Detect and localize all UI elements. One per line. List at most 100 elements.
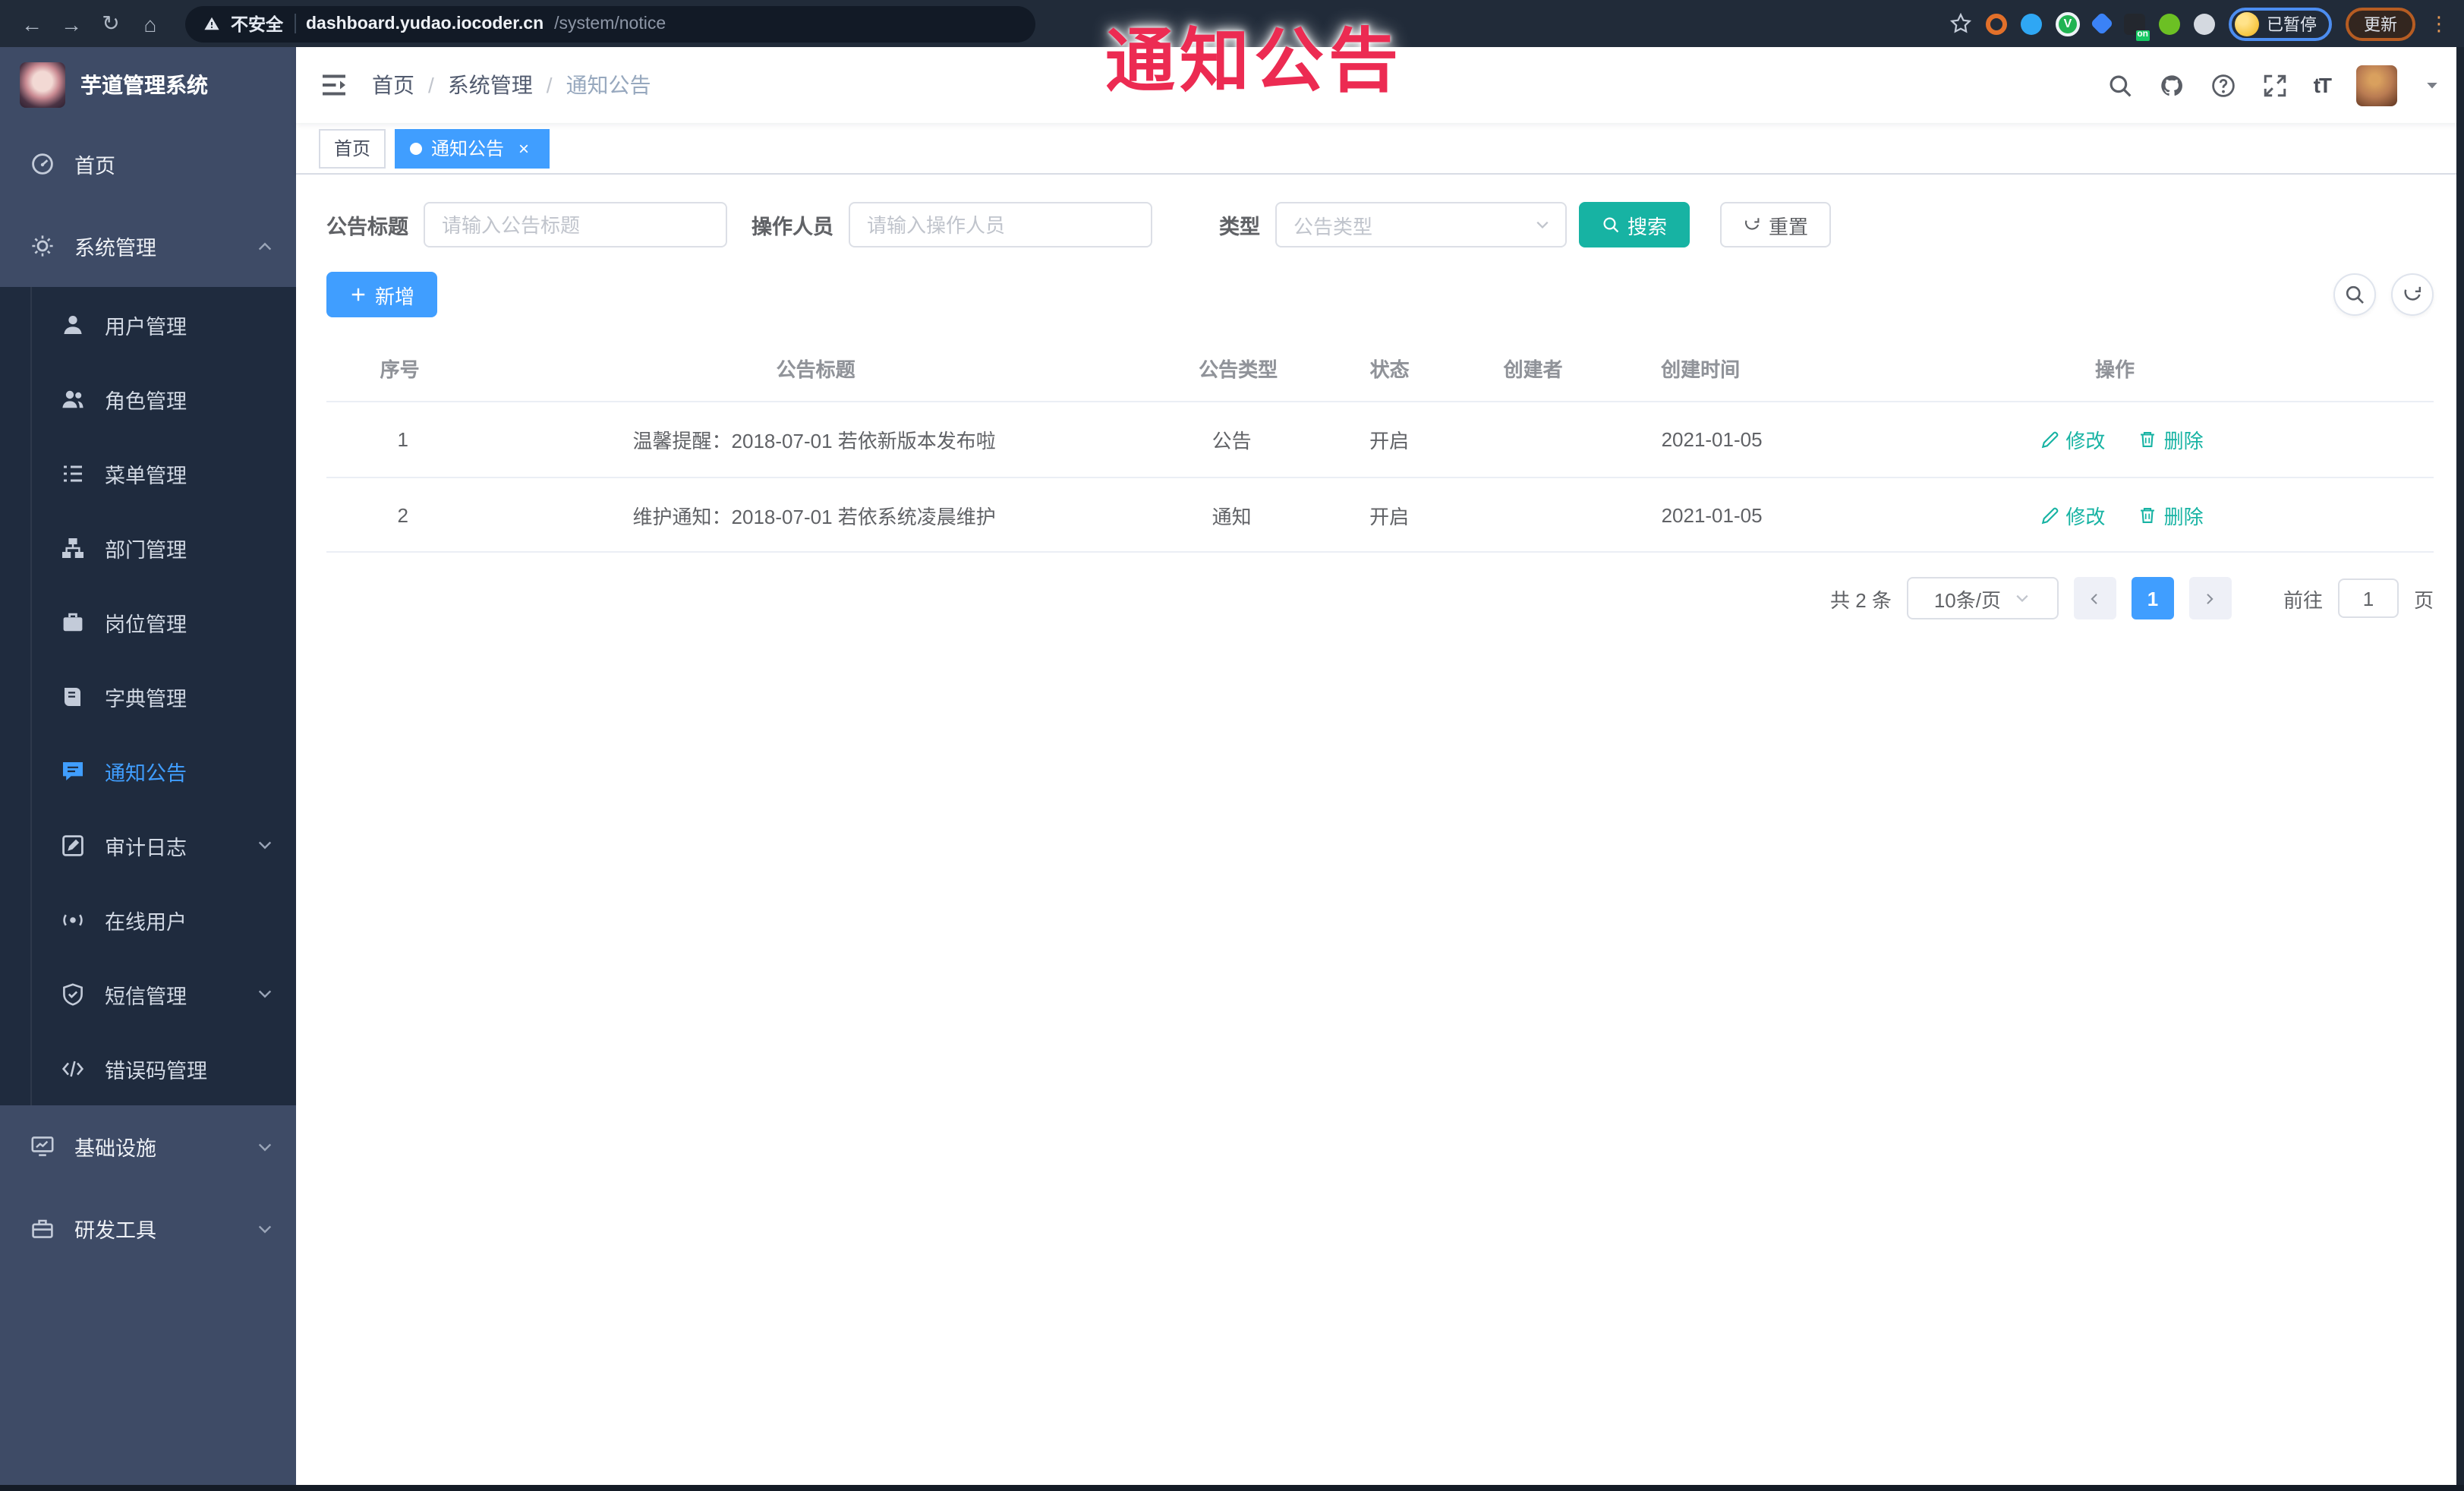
title-filter-input[interactable] [424, 202, 727, 247]
delete-link[interactable]: 删除 [2138, 425, 2204, 454]
search-icon[interactable] [2107, 72, 2133, 98]
sidebar-item-label: 系统管理 [74, 237, 156, 260]
sidebar-item-label: 字典管理 [105, 687, 187, 710]
prev-page-button[interactable] [2073, 577, 2116, 619]
list-icon [61, 461, 85, 485]
modify-link[interactable]: 修改 [2040, 425, 2105, 454]
refresh-table-button[interactable] [2391, 273, 2434, 316]
sidebar-item-dev-tools[interactable]: 研发工具 [0, 1187, 296, 1269]
caret-down-icon[interactable] [2423, 76, 2441, 94]
add-button[interactable]: 新增 [326, 272, 438, 317]
extension-icon-bulb[interactable] [2021, 13, 2042, 34]
type-filter-label: 类型 [1219, 216, 1260, 238]
gauge-icon [30, 152, 55, 176]
close-icon[interactable]: × [513, 137, 534, 159]
operator-filter-input[interactable] [849, 202, 1152, 247]
github-icon[interactable] [2159, 72, 2185, 98]
hamburger-icon[interactable] [319, 70, 349, 100]
sidebar-item-label: 首页 [74, 155, 115, 178]
tag-notice[interactable]: 通知公告 × [395, 128, 550, 168]
sidebar-item-sms[interactable]: 短信管理 [0, 957, 296, 1031]
fullscreen-icon[interactable] [2262, 72, 2288, 98]
reset-button[interactable]: 重置 [1720, 202, 1832, 247]
search-button[interactable]: 搜索 [1579, 202, 1690, 247]
breadcrumb-notice: 通知公告 [566, 73, 651, 97]
window-bottom-edge [0, 1485, 2464, 1491]
briefcase-icon [61, 610, 85, 634]
pagination-total: 共 2 条 [1830, 588, 1892, 611]
browser-forward-button[interactable]: → [55, 7, 88, 40]
log-icon [61, 833, 85, 857]
browser-menu-icon[interactable]: ⋮ [2429, 11, 2449, 36]
extension-icon-vue-devtools[interactable]: V [2056, 11, 2080, 36]
table-row: 1 温馨提醒：2018-07-01 若依新版本发布啦 公告 开启 2021-01… [326, 401, 2434, 477]
refresh-icon [1743, 216, 1761, 234]
delete-link[interactable]: 删除 [2138, 500, 2204, 529]
sidebar-item-audit-log[interactable]: 审计日志 [0, 808, 296, 882]
sidebar-item-label: 部门管理 [105, 538, 187, 561]
goto-page-input[interactable] [2337, 578, 2399, 618]
bookmark-star-icon[interactable] [1949, 12, 1972, 35]
sidebar-item-label: 错误码管理 [105, 1059, 207, 1082]
search-button-label: 搜索 [1627, 215, 1668, 238]
app-title: 芋道管理系统 [80, 73, 208, 97]
sidebar-item-notice[interactable]: 通知公告 [0, 733, 296, 808]
sidebar-item-system[interactable]: 系统管理 [0, 205, 296, 287]
page-size-value: 10条/页 [1933, 588, 2001, 611]
sidebar-item-home[interactable]: 首页 [0, 123, 296, 205]
browser-reload-button[interactable]: ↻ [94, 7, 128, 40]
search-icon [2344, 284, 2365, 305]
book-icon [61, 684, 85, 708]
modify-link[interactable]: 修改 [2040, 500, 2105, 529]
type-filter-select[interactable]: 公告类型 [1275, 202, 1567, 247]
sidebar-item-label: 通知公告 [105, 761, 187, 784]
sidebar-item-error-codes[interactable]: 错误码管理 [0, 1031, 296, 1105]
tag-home[interactable]: 首页 [319, 128, 386, 168]
extension-icon-leaf[interactable] [2159, 13, 2180, 34]
browser-update-button[interactable]: 更新 [2346, 7, 2415, 40]
font-size-icon[interactable]: tT [2314, 73, 2332, 97]
sidebar-item-online-users[interactable]: 在线用户 [0, 882, 296, 957]
window-scrollbar[interactable] [2456, 47, 2464, 1491]
operator-filter-label: 操作人员 [751, 216, 833, 238]
address-bar[interactable]: 不安全 dashboard.yudao.iocoder.cn /system/n… [185, 5, 1035, 42]
extension-icon-orange[interactable] [1986, 13, 2007, 34]
chevron-left-icon [2087, 590, 2103, 607]
sidebar-logo[interactable]: 芋道管理系统 [0, 47, 296, 123]
url-host: dashboard.yudao.iocoder.cn [306, 14, 544, 33]
help-icon[interactable] [2210, 72, 2236, 98]
page-size-select[interactable]: 10条/页 [1906, 577, 2059, 619]
sidebar-item-departments[interactable]: 部门管理 [0, 510, 296, 585]
sidebar-item-posts[interactable]: 岗位管理 [0, 585, 296, 659]
column-header-actions: 操作 [2095, 358, 2135, 381]
chevron-down-icon [255, 1136, 275, 1156]
chevron-down-icon [255, 984, 275, 1004]
column-header-creator: 创建者 [1503, 358, 1563, 381]
sidebar-item-users[interactable]: 用户管理 [0, 287, 296, 361]
sidebar-item-menus[interactable]: 菜单管理 [0, 436, 296, 510]
extension-icon-switch[interactable]: on [2124, 13, 2150, 40]
browser-profile-chip[interactable]: 已暂停 [2229, 7, 2332, 40]
extensions-puzzle-icon[interactable] [2194, 13, 2215, 34]
browser-back-button[interactable]: ← [15, 7, 49, 40]
browser-home-button[interactable]: ⌂ [134, 7, 167, 40]
security-label: 不安全 [231, 16, 283, 34]
sidebar-item-dict[interactable]: 字典管理 [0, 659, 296, 733]
current-page-button[interactable]: 1 [2131, 577, 2174, 619]
table-tools [2333, 273, 2434, 316]
user-avatar[interactable] [2356, 65, 2397, 106]
sidebar-item-infrastructure[interactable]: 基础设施 [0, 1105, 296, 1187]
notice-table: 序号 公告标题 公告类型 状态 创建者 创建时间 操作 1 温馨提醒：2018-… [326, 336, 2434, 553]
extension-icon-gem[interactable] [2090, 11, 2114, 36]
sidebar-item-roles[interactable]: 角色管理 [0, 361, 296, 436]
breadcrumb-home[interactable]: 首页 [372, 70, 414, 100]
page-watermark-title: 通知公告 [1105, 21, 1403, 100]
page-content: 公告标题 操作人员 类型 公告类型 搜索 [296, 175, 2464, 1491]
security-warning-icon [203, 15, 220, 32]
sidebar-submenu-system: 用户管理 角色管理 菜单管理 部门管理 岗位管理 字典管理 通知公告 审计日志 … [0, 287, 296, 1105]
next-page-button[interactable] [2188, 577, 2232, 619]
cell-creator [1464, 427, 1614, 452]
toggle-search-button[interactable] [2333, 273, 2376, 316]
tags-view-bar: 首页 通知公告 × [296, 123, 2464, 175]
breadcrumb-system[interactable]: 系统管理 [448, 70, 533, 100]
